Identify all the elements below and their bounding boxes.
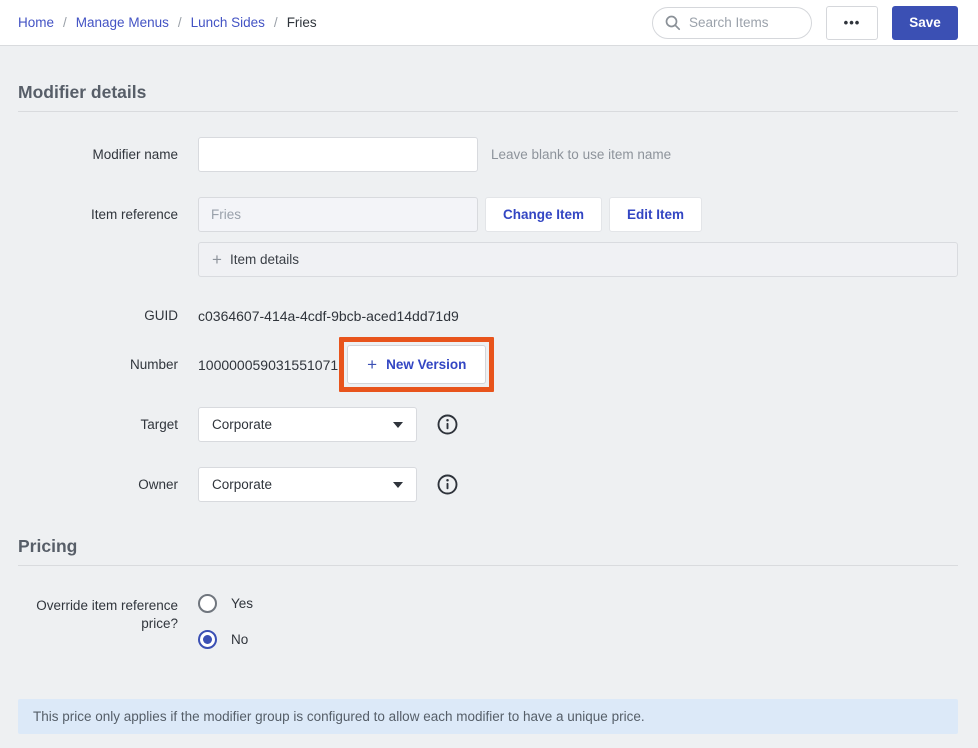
radio-label-no: No	[231, 632, 248, 647]
breadcrumb-current-fries: Fries	[287, 15, 317, 30]
target-select[interactable]: Corporate	[198, 407, 417, 442]
section-divider	[18, 565, 958, 566]
target-selected-value: Corporate	[212, 417, 272, 432]
modifier-name-row: Modifier name Leave blank to use item na…	[18, 137, 958, 172]
breadcrumb-separator: /	[63, 15, 67, 30]
search-input[interactable]	[689, 15, 801, 30]
owner-info-icon[interactable]	[437, 474, 458, 495]
section-divider	[18, 111, 958, 112]
plus-icon: +	[367, 355, 377, 375]
chevron-down-icon	[393, 482, 403, 488]
number-row: Number 100000059031551071 + New Version	[18, 337, 958, 392]
radio-icon-yes[interactable]	[198, 594, 217, 613]
item-details-toggle-label: Item details	[230, 252, 299, 267]
radio-icon-no-selected[interactable]	[198, 630, 217, 649]
radio-label-yes: Yes	[231, 596, 253, 611]
target-row: Target Corporate	[18, 407, 958, 442]
breadcrumb-separator: /	[178, 15, 182, 30]
item-details-toggle[interactable]: + Item details	[198, 242, 958, 277]
radio-option-yes[interactable]: Yes	[198, 594, 958, 613]
top-bar: Home / Manage Menus / Lunch Sides / Frie…	[0, 0, 978, 46]
chevron-down-icon	[393, 422, 403, 428]
search-icon	[665, 15, 681, 31]
plus-icon: +	[212, 250, 222, 270]
save-button[interactable]: Save	[892, 6, 958, 40]
owner-selected-value: Corporate	[212, 477, 272, 492]
modifier-name-input[interactable]	[198, 137, 478, 172]
target-label: Target	[18, 416, 178, 434]
more-actions-button[interactable]: •••	[826, 6, 878, 40]
guid-row: GUID c0364607-414a-4cdf-9bcb-aced14dd71d…	[18, 307, 958, 325]
override-price-options: Yes No	[198, 594, 958, 666]
item-reference-input	[198, 197, 478, 232]
target-info-icon[interactable]	[437, 414, 458, 435]
breadcrumb-home[interactable]: Home	[18, 15, 54, 30]
breadcrumb-manage-menus[interactable]: Manage Menus	[76, 15, 169, 30]
item-reference-label: Item reference	[18, 206, 178, 224]
owner-select[interactable]: Corporate	[198, 467, 417, 502]
number-label: Number	[18, 356, 178, 374]
annotation-highlight-box: + New Version	[339, 337, 494, 392]
change-item-button[interactable]: Change Item	[485, 197, 602, 232]
edit-item-button[interactable]: Edit Item	[609, 197, 702, 232]
pricing-heading: Pricing	[18, 536, 958, 557]
radio-option-no[interactable]: No	[198, 630, 958, 649]
page-content: Modifier details Modifier name Leave bla…	[0, 82, 978, 734]
owner-label: Owner	[18, 476, 178, 494]
item-reference-row: Item reference Change Item Edit Item	[18, 197, 958, 232]
modifier-name-hint: Leave blank to use item name	[491, 147, 671, 162]
new-version-button[interactable]: + New Version	[347, 345, 486, 384]
breadcrumb: Home / Manage Menus / Lunch Sides / Frie…	[18, 15, 317, 30]
topbar-actions: ••• Save	[652, 6, 958, 40]
search-box[interactable]	[652, 7, 812, 39]
breadcrumb-separator: /	[274, 15, 278, 30]
modifier-details-heading: Modifier details	[18, 82, 958, 103]
number-value: 100000059031551071	[198, 357, 338, 373]
modifier-name-label: Modifier name	[18, 146, 178, 164]
breadcrumb-lunch-sides[interactable]: Lunch Sides	[191, 15, 265, 30]
pricing-info-banner: This price only applies if the modifier …	[18, 699, 958, 734]
override-price-label: Override item reference price?	[18, 594, 178, 633]
guid-value: c0364607-414a-4cdf-9bcb-aced14dd71d9	[198, 308, 958, 324]
owner-row: Owner Corporate	[18, 467, 958, 502]
item-details-row: + Item details	[18, 232, 958, 277]
override-price-row: Override item reference price? Yes No	[18, 594, 958, 666]
new-version-button-label: New Version	[386, 357, 466, 372]
guid-label: GUID	[18, 307, 178, 325]
